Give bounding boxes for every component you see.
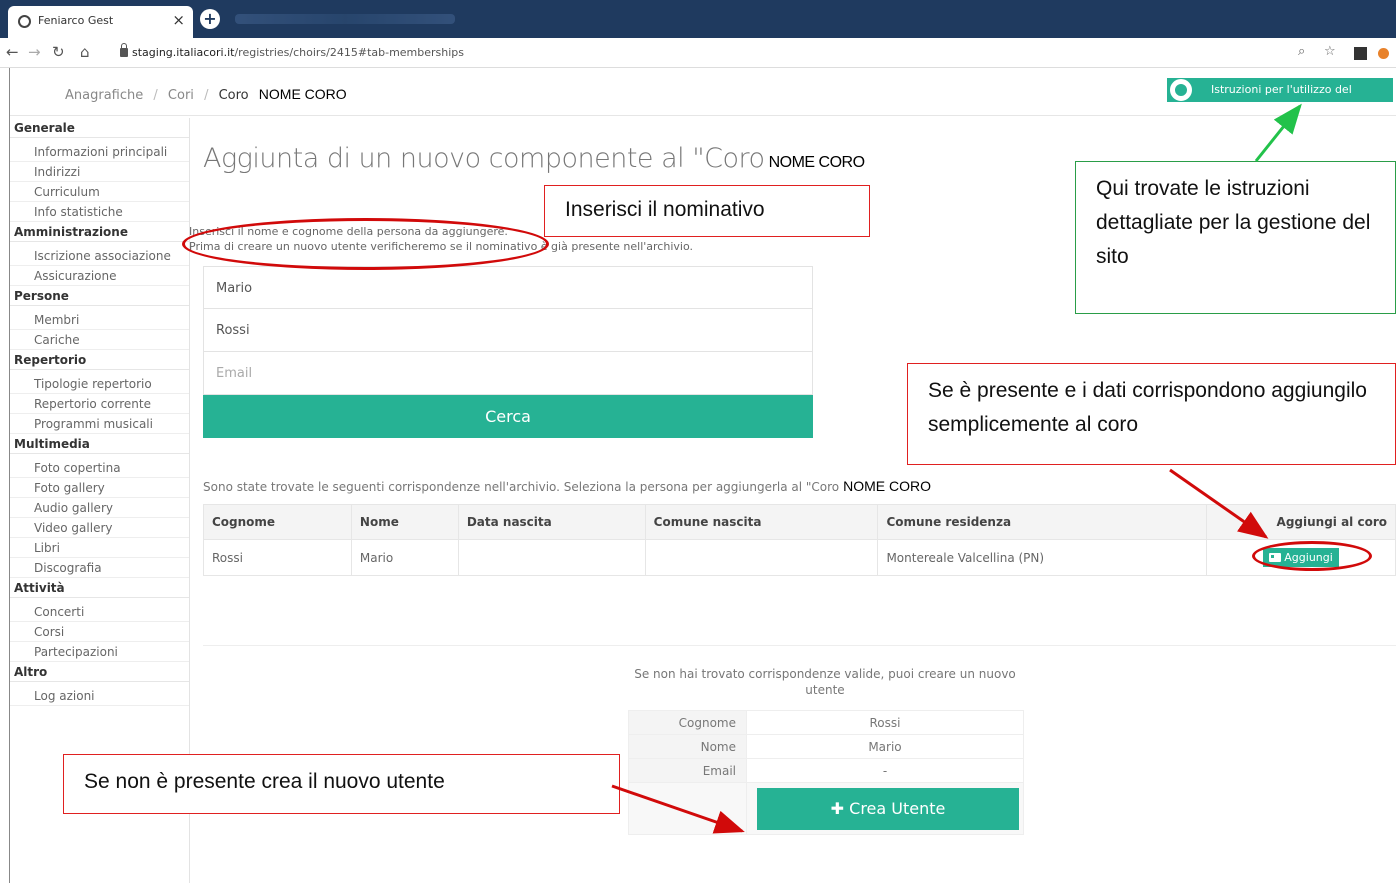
arrow-to-help-button [1254, 103, 1302, 162]
arrow-to-aggiungi [1169, 468, 1269, 539]
annotation-arrows [611, 103, 1302, 834]
arrow-to-create-user [611, 784, 745, 834]
